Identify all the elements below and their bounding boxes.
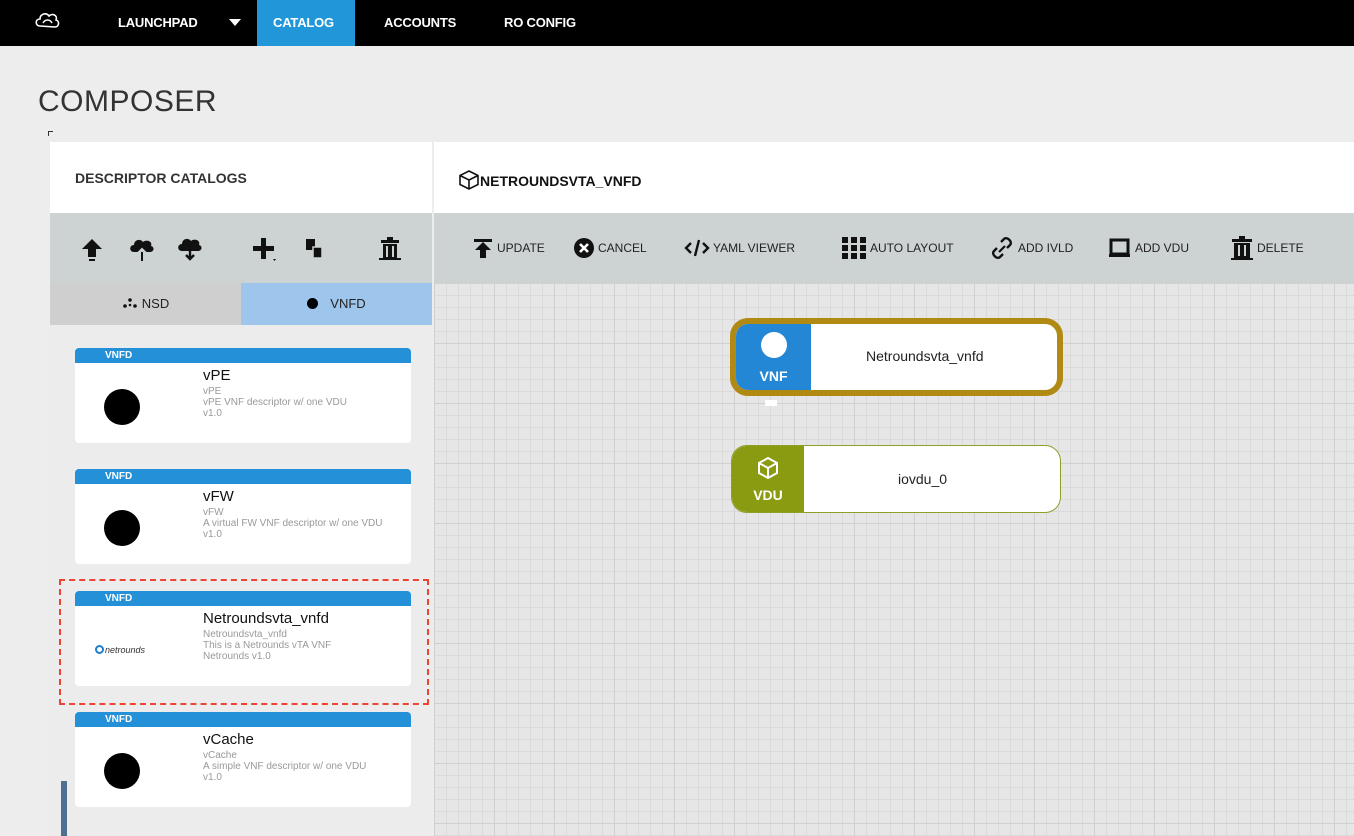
descriptor-title: NETROUNDSVTA_VNFD (480, 173, 642, 189)
vdu-type-label: VDU (753, 487, 783, 503)
page-title: COMPOSER (38, 85, 218, 118)
catalog-card-vfw[interactable]: VNFD vFW vFW A virtual FW VNF descriptor… (75, 469, 411, 564)
link-icon (992, 237, 1012, 259)
vnf-circle-icon (761, 332, 787, 358)
selected-card-outline (59, 579, 429, 705)
card-type-band: VNFD (75, 712, 411, 727)
vdu-node-badge: VDU (732, 446, 804, 512)
update-icon (474, 239, 492, 258)
vnf-type-label: VNF (759, 368, 788, 384)
add-ivld-button[interactable]: ADD IVLD (989, 235, 1073, 261)
nav-ro-config[interactable]: RO CONFIG (504, 0, 576, 46)
card-name: vCache (203, 750, 237, 761)
cancel-icon (574, 238, 594, 258)
card-description: vPE VNF descriptor w/ one VDU (203, 397, 347, 408)
vnf-node[interactable]: VNF Netroundsvta_vnfd (730, 318, 1063, 396)
vnfd-dot-icon (307, 298, 319, 309)
add-icon[interactable] (250, 235, 278, 263)
yaml-viewer-button[interactable]: YAML VIEWER (684, 235, 795, 261)
upload-icon[interactable] (78, 235, 106, 263)
selection-indicator (61, 781, 67, 836)
tab-nsd[interactable]: NSD (50, 283, 241, 325)
code-icon (684, 239, 710, 257)
add-ivld-label: ADD IVLD (1018, 241, 1074, 255)
update-button[interactable]: UPDATE (472, 235, 545, 261)
vnf-connection-port[interactable] (765, 400, 777, 406)
catalogs-title: DESCRIPTOR CATALOGS (75, 170, 247, 186)
cloud-download-icon[interactable] (176, 235, 204, 263)
catalog-toolbar (50, 213, 432, 283)
descriptor-catalogs-panel: DESCRIPTOR CATALOGS NSD VNFD VNFD vPE vP… (50, 142, 432, 836)
cloud-upload-icon[interactable] (128, 235, 156, 263)
delete-label: DELETE (1257, 241, 1304, 255)
card-name: vFW (203, 507, 224, 518)
add-vdu-button[interactable]: ADD VDU (1108, 235, 1189, 261)
editor-toolbar: UPDATE CANCEL YAML VIEWER AUTO LAYOUT AD… (434, 213, 1354, 283)
cancel-label: CANCEL (598, 241, 647, 255)
composer-editor-panel: NETROUNDSVTA_VNFD UPDATE CANCEL YAML VIE… (434, 142, 1354, 836)
auto-layout-label: AUTO LAYOUT (870, 241, 954, 255)
monitor-icon (1109, 238, 1130, 257)
trash-icon[interactable] (376, 235, 404, 263)
catalog-card-vpe[interactable]: VNFD vPE vPE vPE VNF descriptor w/ one V… (75, 348, 411, 443)
cloud-logo-icon[interactable] (34, 10, 60, 32)
package-cube-icon (459, 170, 479, 190)
card-title: vPE (203, 367, 231, 384)
descriptor-tabs: NSD VNFD (50, 283, 432, 325)
copy-icon[interactable] (300, 235, 328, 263)
card-version: v1.0 (203, 529, 222, 540)
yaml-viewer-label: YAML VIEWER (713, 241, 796, 255)
tab-vnfd-label: VNFD (330, 296, 366, 311)
trash-icon (1231, 236, 1253, 260)
card-description: A virtual FW VNF descriptor w/ one VDU (203, 518, 383, 529)
card-name: vPE (203, 386, 222, 397)
cancel-button[interactable]: CANCEL (573, 235, 647, 261)
nav-catalog[interactable]: CATALOG (257, 0, 355, 46)
card-version: v1.0 (203, 408, 222, 419)
card-type-band: VNFD (75, 348, 411, 363)
top-nav-bar: LAUNCHPAD CATALOG ACCOUNTS RO CONFIG (0, 0, 1354, 46)
tab-vnfd[interactable]: VNFD (241, 283, 432, 325)
delete-button[interactable]: DELETE (1230, 235, 1304, 261)
descriptor-icon (104, 389, 140, 425)
vdu-node[interactable]: VDU iovdu_0 (731, 445, 1061, 513)
grid-layout-icon (842, 237, 866, 259)
descriptor-icon (104, 510, 140, 546)
vdu-node-name: iovdu_0 (898, 471, 948, 487)
descriptor-card-list: VNFD vPE vPE vPE VNF descriptor w/ one V… (50, 325, 432, 836)
launchpad-dropdown-icon[interactable] (229, 19, 241, 26)
card-description: A simple VNF descriptor w/ one VDU (203, 761, 367, 772)
nsd-dots-icon (122, 298, 137, 308)
vdu-cube-icon (758, 456, 778, 480)
auto-layout-button[interactable]: AUTO LAYOUT (841, 235, 954, 261)
tab-nsd-label: NSD (141, 296, 170, 311)
add-vdu-label: ADD VDU (1135, 241, 1190, 255)
vnf-node-name: Netroundsvta_vnfd (866, 348, 984, 364)
card-version: v1.0 (203, 772, 222, 783)
nav-accounts[interactable]: ACCOUNTS (384, 0, 456, 46)
nav-launchpad[interactable]: LAUNCHPAD (118, 0, 198, 46)
descriptor-icon (104, 753, 140, 789)
catalog-card-vcache[interactable]: VNFD vCache vCache A simple VNF descript… (75, 712, 411, 807)
catalogs-header: DESCRIPTOR CATALOGS (50, 142, 432, 213)
editor-header: NETROUNDSVTA_VNFD (434, 142, 1354, 213)
vnf-node-badge: VNF (736, 324, 811, 390)
update-label: UPDATE (497, 241, 545, 255)
corner-marker (48, 131, 53, 136)
card-type-band: VNFD (75, 469, 411, 484)
card-title: vFW (203, 488, 234, 505)
card-title: vCache (203, 731, 254, 748)
